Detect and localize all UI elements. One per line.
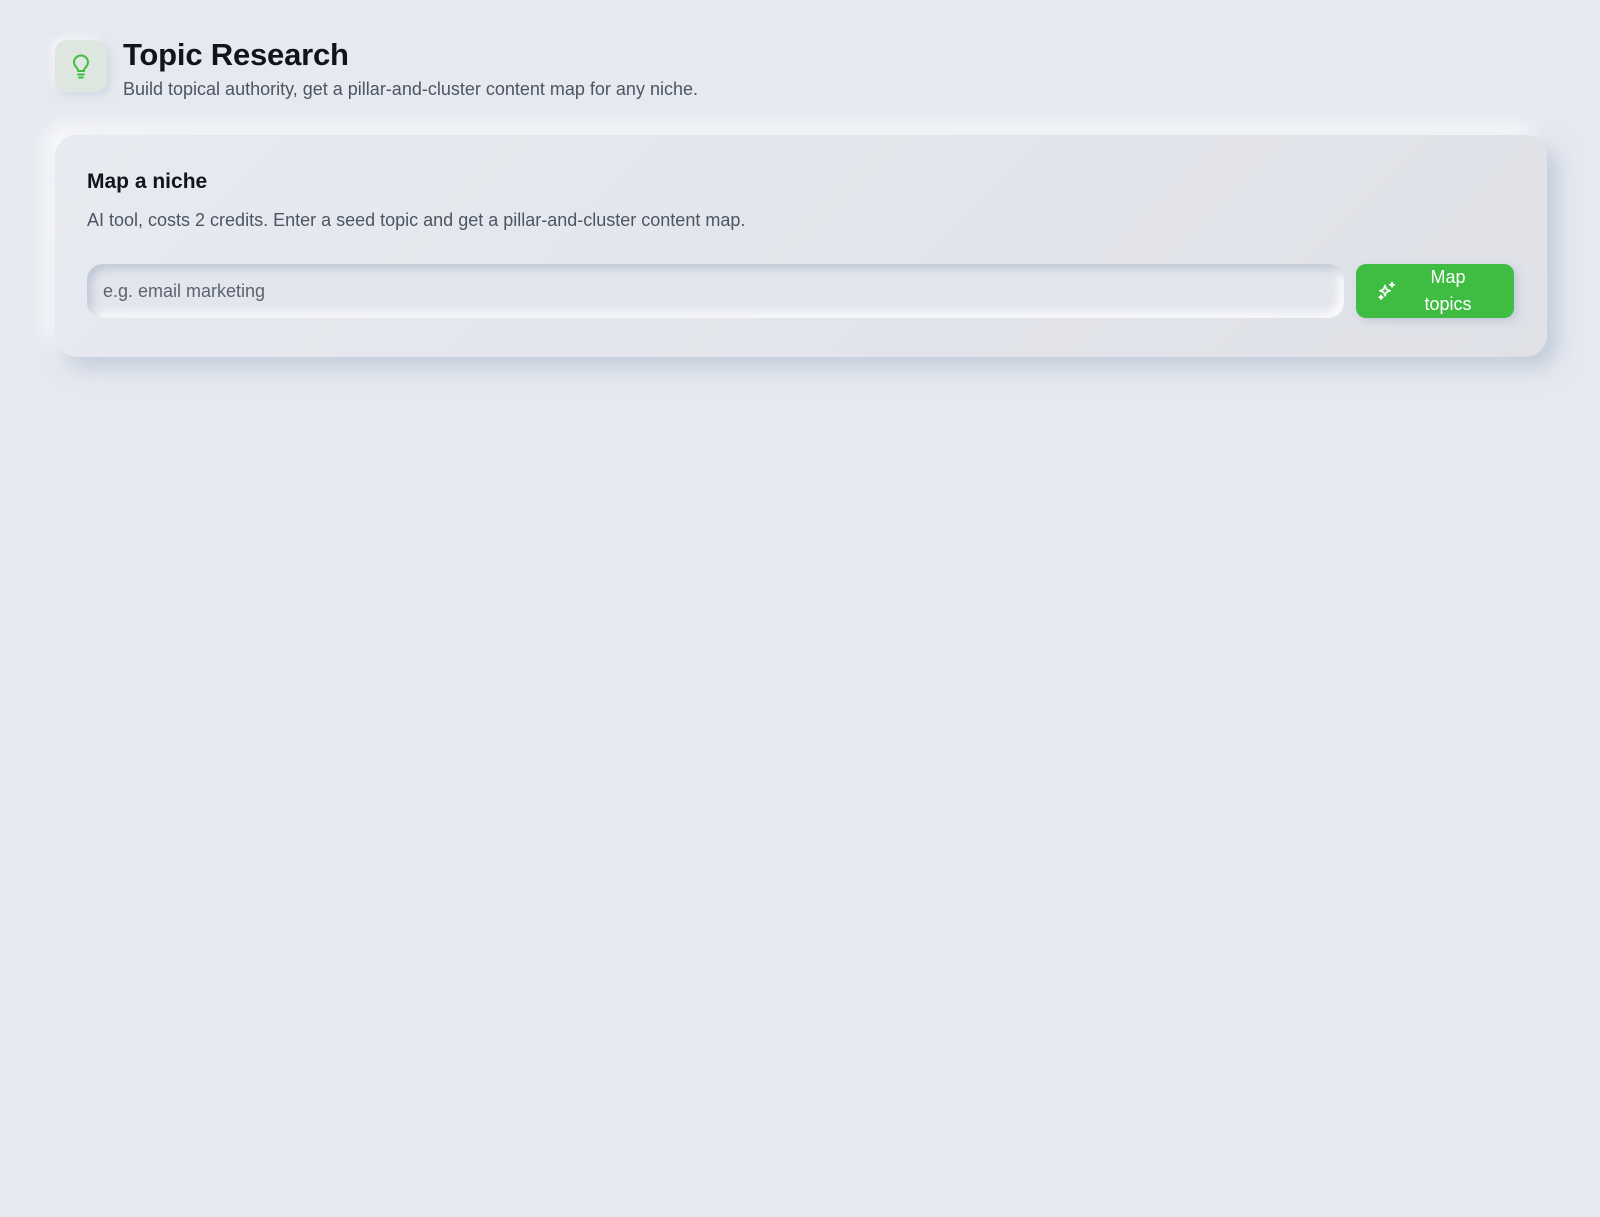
card-title: Map a niche bbox=[87, 170, 208, 193]
page-title: Topic Research bbox=[123, 37, 349, 72]
card-description: AI tool, costs 2 credits. Enter a seed t… bbox=[87, 210, 746, 230]
seed-topic-input[interactable] bbox=[87, 264, 1344, 318]
page-header: Topic Research Build topical authority, … bbox=[55, 38, 698, 100]
map-topics-button[interactable]: Map topics bbox=[1356, 264, 1514, 318]
map-topics-button-label: Map topics bbox=[1424, 267, 1472, 314]
page-subtitle: Build topical authority, get a pillar-an… bbox=[123, 79, 698, 99]
map-niche-card: Map a niche AI tool, costs 2 credits. En… bbox=[55, 135, 1547, 357]
header-text: Topic Research Build topical authority, … bbox=[123, 38, 698, 100]
input-row: Map topics bbox=[87, 264, 1515, 318]
sparkles-icon bbox=[1376, 280, 1398, 302]
lightbulb-icon bbox=[55, 40, 107, 92]
